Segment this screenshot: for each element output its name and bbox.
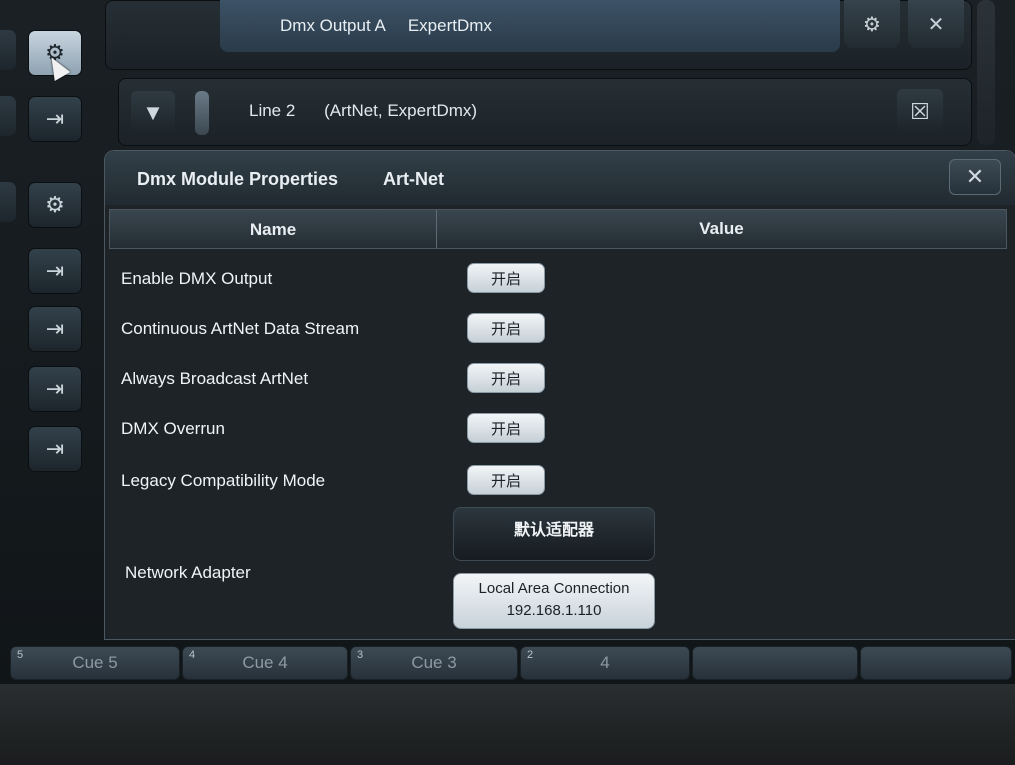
dialog-title: Dmx Module Properties xyxy=(137,169,339,189)
cue-button[interactable] xyxy=(860,646,1012,680)
output-label: Dmx Output A xyxy=(280,16,386,35)
line2-label: Line 2 xyxy=(249,101,296,120)
cue-label: Cue 5 xyxy=(72,653,118,672)
cue-button[interactable]: 4 Cue 4 xyxy=(182,646,348,680)
cue-button[interactable]: 3 Cue 3 xyxy=(350,646,518,680)
scrollbar[interactable] xyxy=(977,0,995,145)
rail-stub[interactable] xyxy=(0,182,16,222)
property-label: Legacy Compatibility Mode xyxy=(121,471,326,490)
left-rail: ⚙ ⇥ ⚙ ⇥ ⇥ ⇥ ⇥ xyxy=(0,0,100,640)
output-arrow-icon[interactable]: ⇥ xyxy=(28,96,82,142)
gear-icon[interactable]: ⚙ xyxy=(28,182,82,228)
rail-stub[interactable] xyxy=(0,96,16,136)
table-header: Name Value xyxy=(109,209,1007,249)
property-row: DMX Overrun 开启 xyxy=(121,409,1001,449)
property-label: Enable DMX Output xyxy=(121,269,273,288)
output-arrow-icon[interactable]: ⇥ xyxy=(28,306,82,352)
dmx-module-properties-dialog: Dmx Module Properties Art-Net ✕ Name Val… xyxy=(104,150,1015,640)
cue-button[interactable]: 5 Cue 5 xyxy=(10,646,180,680)
cue-label: Cue 4 xyxy=(242,653,288,672)
property-label: Always Broadcast ArtNet xyxy=(121,369,309,388)
dmx-output-a-row[interactable]: Dmx Output A ExpertDmx xyxy=(220,0,840,52)
dmx-overrun-toggle[interactable]: 开启 xyxy=(467,413,545,443)
line2-detail: (ArtNet, ExpertDmx) xyxy=(324,101,478,120)
column-name-header: Name xyxy=(249,220,297,239)
output-arrow-icon[interactable]: ⇥ xyxy=(28,366,82,412)
line2-handle[interactable] xyxy=(195,91,209,135)
legacy-compat-toggle[interactable]: 开启 xyxy=(467,465,545,495)
property-row: Legacy Compatibility Mode 开启 xyxy=(121,461,1001,501)
cue-button[interactable]: 2 4 xyxy=(520,646,690,680)
enable-dmx-output-toggle[interactable]: 开启 xyxy=(467,263,545,293)
triangle-down-icon[interactable]: ▼ xyxy=(131,91,175,135)
output-arrow-icon[interactable]: ⇥ xyxy=(28,248,82,294)
column-value-header: Value xyxy=(699,219,744,238)
dialog-module: Art-Net xyxy=(383,169,444,189)
cue-button[interactable] xyxy=(692,646,858,680)
default-adapter-button[interactable]: 默认适配器 xyxy=(453,507,655,561)
delete-icon[interactable]: ☒ xyxy=(897,89,943,135)
continuous-artnet-toggle[interactable]: 开启 xyxy=(467,313,545,343)
property-row: Always Broadcast ArtNet 开启 xyxy=(121,359,1001,399)
property-label: Continuous ArtNet Data Stream xyxy=(121,319,360,338)
property-row: Enable DMX Output 开启 xyxy=(121,259,1001,299)
network-adapter-label: Network Adapter xyxy=(125,563,251,582)
line2-text: Line 2 (ArtNet, ExpertDmx) xyxy=(249,101,477,121)
gear-icon[interactable]: ⚙ xyxy=(844,0,900,48)
output-arrow-icon[interactable]: ⇥ xyxy=(28,426,82,472)
close-button[interactable]: ✕ xyxy=(949,159,1001,195)
adapter-name: Local Area Connection xyxy=(478,580,630,597)
cue-label: Cue 3 xyxy=(411,653,457,672)
close-icon: ✕ xyxy=(965,164,985,189)
screen: ⚙ ⇥ ⚙ ⇥ ⇥ ⇥ ⇥ Dmx Output A ExpertDmx ⚙ ✕… xyxy=(0,0,1015,765)
property-row: Continuous ArtNet Data Stream 开启 xyxy=(121,309,1001,349)
close-icon[interactable]: ✕ xyxy=(908,0,964,48)
cue-label: 4 xyxy=(600,653,610,672)
always-broadcast-toggle[interactable]: 开启 xyxy=(467,363,545,393)
cue-strip: 5 Cue 5 4 Cue 4 3 Cue 3 2 4 xyxy=(0,646,1015,680)
console-bezel xyxy=(0,684,1015,765)
output-value: ExpertDmx xyxy=(407,16,492,35)
line2-panel: ▼ Line 2 (ArtNet, ExpertDmx) ☒ xyxy=(118,78,972,146)
adapter-ip: 192.168.1.110 xyxy=(506,602,602,619)
local-area-connection-button[interactable]: Local Area Connection 192.168.1.110 xyxy=(453,573,655,629)
rail-stub[interactable] xyxy=(0,30,16,70)
property-label: DMX Overrun xyxy=(121,419,225,438)
dialog-title-bar: Dmx Module Properties Art-Net ✕ xyxy=(105,151,1015,205)
